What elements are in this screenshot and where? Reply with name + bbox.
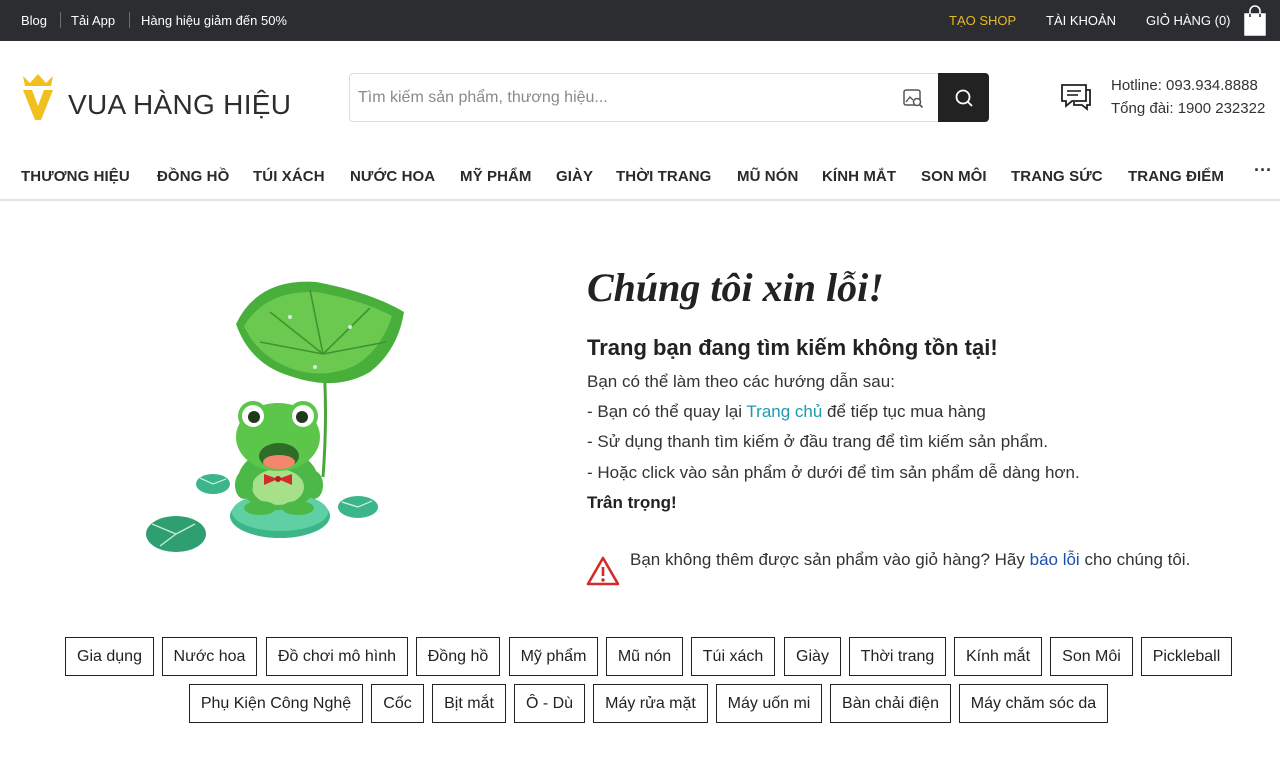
frog-umbrella-illustration [146,281,404,552]
promo-link[interactable]: Hàng hiệu giảm đến 50% [141,13,287,28]
nav-item-my-pham[interactable]: MỸ PHẨM [460,168,532,185]
logo-crown-icon[interactable] [20,72,56,122]
app-link[interactable]: Tải App [71,13,115,28]
nav-item-nuoc-hoa[interactable]: NƯỚC HOA [350,168,435,185]
category-tag[interactable]: Máy uốn mi [716,684,822,723]
divider [129,12,130,28]
report-error-link[interactable]: báo lỗi [1030,550,1080,569]
nav-item-son-moi[interactable]: SON MÔI [921,168,987,185]
instruction-step-3: - Hoặc click vào sản phẩm ở dưới để tìm … [587,463,1080,482]
nav-item-tui-xach[interactable]: TÚI XÁCH [253,168,325,185]
category-tag[interactable]: Máy chăm sóc da [959,684,1108,723]
category-tag[interactable]: Son Môi [1050,637,1133,676]
category-tag[interactable]: Mỹ phẩm [509,637,598,676]
regards-text: Trân trọng! [587,493,677,512]
step-1-text-after: để tiếp tục mua hàng [822,402,986,421]
report-text-after: cho chúng tôi. [1079,550,1191,569]
image-search-icon[interactable] [902,87,924,109]
search-icon [955,89,973,107]
divider [60,12,61,28]
category-tag[interactable]: Nước hoa [162,637,257,676]
report-error-text: Bạn không thêm được sản phẩm vào giỏ hàn… [630,546,1220,573]
category-tag[interactable]: Giày [784,637,841,676]
nav-item-dong-ho[interactable]: ĐỒNG HỒ [157,168,229,185]
category-tag[interactable]: Ô - Dù [514,684,585,723]
category-tag[interactable]: Gia dụng [65,637,154,676]
nav-item-kinh-mat[interactable]: KÍNH MẮT [822,168,896,185]
category-tag[interactable]: Đồng hồ [416,637,500,676]
step-1-text-before: - Bạn có thể quay lại [587,402,747,421]
category-tag[interactable]: Túi xách [691,637,775,676]
category-tag[interactable]: Mũ nón [606,637,683,676]
create-shop-link[interactable]: TẠO SHOP [949,13,1016,28]
category-tag[interactable]: Đồ chơi mô hình [266,637,408,676]
error-subtitle: Trang bạn đang tìm kiếm không tồn tại! [587,335,998,360]
hotline[interactable]: Hotline: 093.934.8888 [1111,77,1258,94]
search-bar [349,73,989,122]
search-button[interactable] [938,73,989,122]
category-tag[interactable]: Máy rửa mặt [593,684,708,723]
account-link[interactable]: TÀI KHOẢN [1046,13,1116,28]
logo-text[interactable]: VUA HÀNG HIỆU [68,89,291,121]
nav-more-icon[interactable]: ··· [1254,160,1272,181]
category-tag[interactable]: Pickleball [1141,637,1232,676]
error-title: Chúng tôi xin lỗi! [587,265,884,310]
nav-item-giay[interactable]: GIÀY [556,168,593,185]
category-tag[interactable]: Cốc [371,684,424,723]
chat-support-icon[interactable] [1060,82,1092,112]
warning-icon [586,556,620,586]
nav-item-trang-suc[interactable]: TRANG SỨC [1011,168,1103,185]
nav-item-mu-non[interactable]: MŨ NÓN [737,168,798,185]
category-tag[interactable]: Kính mắt [954,637,1042,676]
main-nav: THƯƠNG HIỆU ĐỒNG HỒ TÚI XÁCH NƯỚC HOA MỸ… [0,160,1280,201]
shopping-bag-icon[interactable] [1243,5,1267,37]
instruction-step-2: - Sử dụng thanh tìm kiếm ở đầu trang để … [587,432,1048,451]
search-input[interactable] [358,86,888,110]
category-tag[interactable]: Bàn chải điện [830,684,951,723]
cart-link[interactable]: GIỎ HÀNG (0) [1146,13,1231,28]
homepage-link[interactable]: Trang chủ [746,402,822,421]
category-tag[interactable]: Phụ Kiện Công Nghệ [189,684,363,723]
report-text-before: Bạn không thêm được sản phẩm vào giỏ hàn… [630,550,1030,569]
nav-item-trang-diem[interactable]: TRANG ĐIỂM [1128,168,1224,185]
blog-link[interactable]: Blog [21,13,47,28]
category-tag[interactable]: Thời trang [849,637,946,676]
top-bar: Blog Tải App Hàng hiệu giảm đến 50% TẠO … [0,0,1280,41]
nav-item-thoi-trang[interactable]: THỜI TRANG [616,168,711,185]
instruction-step-1: - Bạn có thể quay lại Trang chủ để tiếp … [587,402,986,422]
category-tag[interactable]: Bịt mắt [432,684,506,723]
nav-item-thuong-hieu[interactable]: THƯƠNG HIỆU [21,168,130,185]
switchboard[interactable]: Tổng đài: 1900 232322 [1111,100,1265,117]
instruction-intro: Bạn có thể làm theo các hướng dẫn sau: [587,372,895,391]
